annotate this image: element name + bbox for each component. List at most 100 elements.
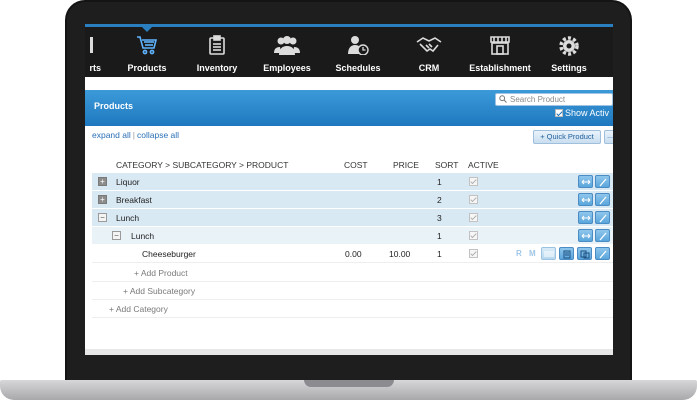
page-title: Products [94, 101, 134, 111]
table-row-category[interactable]: + Liquor 1 [92, 173, 613, 191]
column-header-sort: SORT [435, 160, 459, 170]
nav-item-schedules[interactable]: Schedules [329, 27, 387, 77]
add-product-row: + Add Product [92, 264, 613, 282]
row-name: Lunch [131, 231, 155, 241]
nav-item-inventory[interactable]: Inventory [193, 27, 241, 77]
row-name: Cheeseburger [142, 249, 196, 259]
nav-item-employees[interactable]: Employees [257, 27, 317, 77]
pencil-icon [599, 196, 607, 205]
collapse-all-link[interactable]: collapse all [137, 130, 179, 140]
row-sort: 3 [437, 213, 442, 223]
active-checkbox[interactable] [469, 213, 478, 222]
edit-button[interactable] [595, 229, 610, 242]
row-sort: 1 [437, 231, 442, 241]
nav-item-settings[interactable]: Settings [545, 27, 593, 77]
nav-label: Employees [263, 63, 311, 73]
row-price: 10.00 [389, 249, 411, 259]
link-separator: | [132, 130, 135, 140]
reports-icon [90, 35, 98, 57]
copy-button[interactable] [577, 247, 592, 260]
pencil-icon [599, 232, 607, 241]
active-checkbox[interactable] [469, 195, 478, 204]
edit-button[interactable] [595, 247, 610, 260]
nav-item-products[interactable]: Products [123, 27, 171, 77]
row-name: Liquor [116, 177, 140, 187]
add-product-link[interactable]: + Add Product [134, 268, 188, 278]
users-icon [274, 35, 300, 57]
row-sort: 1 [437, 249, 442, 259]
nav-label: Products [127, 63, 167, 73]
column-header-price: PRICE [393, 160, 419, 170]
column-header-active: ACTIVE [468, 160, 499, 170]
search-input[interactable]: Search Product [495, 93, 613, 106]
expand-toggle[interactable]: + [98, 177, 107, 186]
extra-toolbar-button[interactable]: ... [604, 130, 613, 144]
nav-item-establishment[interactable]: Establishment [465, 27, 535, 77]
cart-icon [136, 35, 158, 57]
barcode-button[interactable] [541, 247, 556, 260]
nav-label: Schedules [335, 63, 381, 73]
expand-all-link[interactable]: expand all [92, 130, 131, 140]
table-row-subcategory[interactable]: − Lunch 1 [92, 227, 613, 245]
nav-item-reports[interactable]: rts [85, 27, 101, 77]
active-checkbox[interactable] [469, 177, 478, 186]
nav-label: CRM [418, 63, 440, 73]
row-cost: 0.00 [345, 249, 362, 259]
copy-icon [580, 250, 590, 259]
column-header-cost: COST [344, 160, 368, 170]
show-active-toggle[interactable]: Show Activ [555, 108, 609, 118]
nav-label: Establishment [469, 63, 531, 73]
edit-button[interactable] [595, 175, 610, 188]
add-subcategory-link[interactable]: + Add Subcategory [123, 286, 195, 296]
user-clock-icon [347, 35, 369, 57]
row-sort: 1 [437, 177, 442, 187]
barcode-icon [544, 251, 554, 257]
row-sort: 2 [437, 195, 442, 205]
collapse-toggle[interactable]: − [98, 213, 107, 222]
document-icon [563, 250, 571, 259]
pencil-icon [599, 250, 607, 259]
pencil-icon [599, 214, 607, 223]
active-indicator [142, 27, 152, 32]
document-button[interactable] [559, 247, 574, 260]
nav-item-crm[interactable]: CRM [405, 27, 453, 77]
row-name: Lunch [116, 213, 140, 223]
laptop-notch [304, 380, 394, 387]
quick-product-button[interactable]: + Quick Product [533, 130, 601, 144]
add-category-row: + Add Category [92, 300, 613, 318]
top-nav: rts Products Inventory Employees Schedul… [85, 24, 613, 77]
nav-label: Inventory [196, 63, 238, 73]
clipboard-icon [208, 35, 226, 57]
add-subcategory-row: + Add Subcategory [92, 282, 613, 300]
reorder-button[interactable] [578, 193, 593, 206]
column-header-name: CATEGORY > SUBCATEGORY > PRODUCT [116, 160, 289, 170]
app-screen: rts Products Inventory Employees Schedul… [85, 24, 613, 355]
add-category-link[interactable]: + Add Category [109, 304, 168, 314]
nav-label: Settings [551, 63, 587, 73]
edit-button[interactable] [595, 193, 610, 206]
show-active-label: Show Activ [565, 108, 610, 118]
active-checkbox[interactable] [469, 231, 478, 240]
pencil-icon [599, 178, 607, 187]
search-placeholder: Search Product [510, 95, 566, 104]
active-checkbox[interactable] [469, 249, 478, 258]
collapse-toggle[interactable]: − [112, 231, 121, 240]
storefront-icon [489, 35, 511, 57]
table-row-category[interactable]: + Breakfast 2 [92, 191, 613, 209]
reorder-button[interactable] [578, 175, 593, 188]
search-icon [499, 95, 507, 106]
modifier-link[interactable]: M [529, 249, 536, 258]
table-row-category[interactable]: − Lunch 3 [92, 209, 613, 227]
expand-collapse-links: expand all | collapse all [92, 130, 179, 140]
nav-label: rts [89, 63, 101, 73]
row-name: Breakfast [116, 195, 152, 205]
reorder-button[interactable] [578, 211, 593, 224]
recipe-link[interactable]: R [516, 249, 522, 258]
edit-button[interactable] [595, 211, 610, 224]
screen-bottom-bar [85, 349, 613, 355]
table-row-product[interactable]: Cheeseburger 0.00 10.00 1 R M [92, 245, 613, 263]
expand-toggle[interactable]: + [98, 195, 107, 204]
reorder-button[interactable] [578, 229, 593, 242]
show-active-checkbox[interactable] [555, 109, 563, 117]
gear-icon [558, 35, 580, 59]
